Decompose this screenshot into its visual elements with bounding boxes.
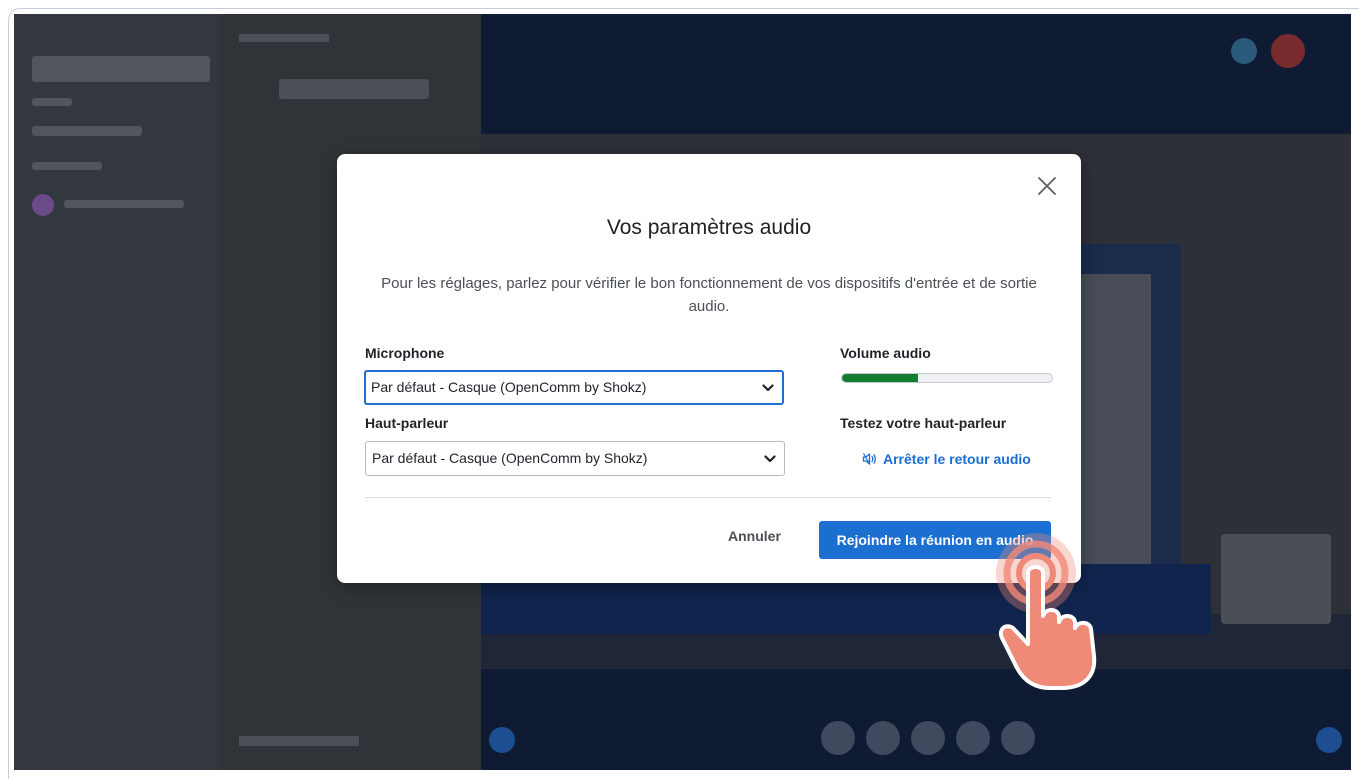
dialog-title: Vos paramètres audio (606, 216, 812, 239)
speaker-label: Haut-parleur (365, 415, 449, 431)
close-button[interactable] (1035, 174, 1059, 198)
dialog-description: Pour les réglages, parlez pour vérifier … (381, 275, 1037, 315)
stop-audio-feedback-link[interactable]: Arrêter le retour audio (862, 451, 1031, 467)
close-icon (1038, 177, 1056, 195)
chevron-down-icon (764, 454, 776, 462)
stop-audio-feedback-label: Arrêter le retour audio (883, 451, 1031, 467)
microphone-label: Microphone (365, 345, 445, 361)
join-audio-button[interactable]: Rejoindre la réunion en audio (819, 521, 1051, 559)
volume-meter (841, 373, 1053, 383)
microphone-select[interactable]: Par défaut - Casque (OpenComm by Shokz) (364, 370, 784, 405)
bg-sidebar (14, 14, 219, 770)
cancel-button[interactable]: Annuler (728, 528, 781, 544)
speaker-icon (862, 453, 876, 465)
dialog-divider (365, 497, 1051, 498)
speaker-test-label: Testez votre haut-parleur (840, 415, 1007, 431)
audio-settings-dialog: Vos paramètres audio Pour les réglages, … (337, 154, 1081, 583)
speaker-select-value: Par défaut - Casque (OpenComm by Shokz) (372, 450, 648, 466)
microphone-select-value: Par défaut - Casque (OpenComm by Shokz) (371, 379, 647, 395)
volume-label: Volume audio (840, 345, 931, 361)
chevron-down-icon (762, 383, 774, 391)
speaker-select[interactable]: Par défaut - Casque (OpenComm by Shokz) (365, 441, 785, 476)
volume-meter-fill (842, 374, 918, 382)
